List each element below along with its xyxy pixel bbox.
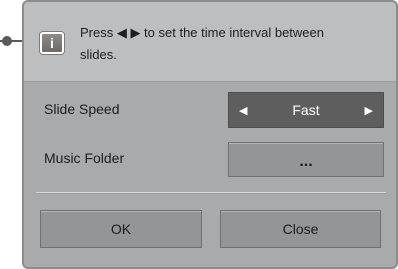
callout-pointer-dot — [2, 36, 12, 46]
slide-settings-screen: i Press ◀ ▶ to set the time interval bet… — [0, 0, 398, 269]
info-message: Press ◀ ▶ to set the time interval betwe… — [80, 25, 324, 62]
slide-speed-label: Slide Speed — [44, 101, 120, 117]
slide-speed-selector[interactable]: ◀ Fast ▶ — [228, 92, 384, 128]
ok-button[interactable]: OK — [40, 210, 202, 248]
slide-speed-value: Fast — [292, 102, 320, 118]
close-button[interactable]: Close — [220, 210, 381, 248]
divider — [36, 192, 386, 194]
music-folder-label: Music Folder — [44, 150, 125, 166]
slide-settings-dialog: i Press ◀ ▶ to set the time interval bet… — [22, 0, 398, 269]
info-icon-glyph: i — [50, 35, 54, 51]
info-icon: i — [40, 32, 64, 54]
arrow-right-icon[interactable]: ▶ — [365, 104, 373, 117]
music-folder-browse-button[interactable]: ... — [228, 142, 384, 177]
info-banner: i Press ◀ ▶ to set the time interval bet… — [24, 2, 396, 82]
arrow-left-icon[interactable]: ◀ — [239, 104, 247, 117]
